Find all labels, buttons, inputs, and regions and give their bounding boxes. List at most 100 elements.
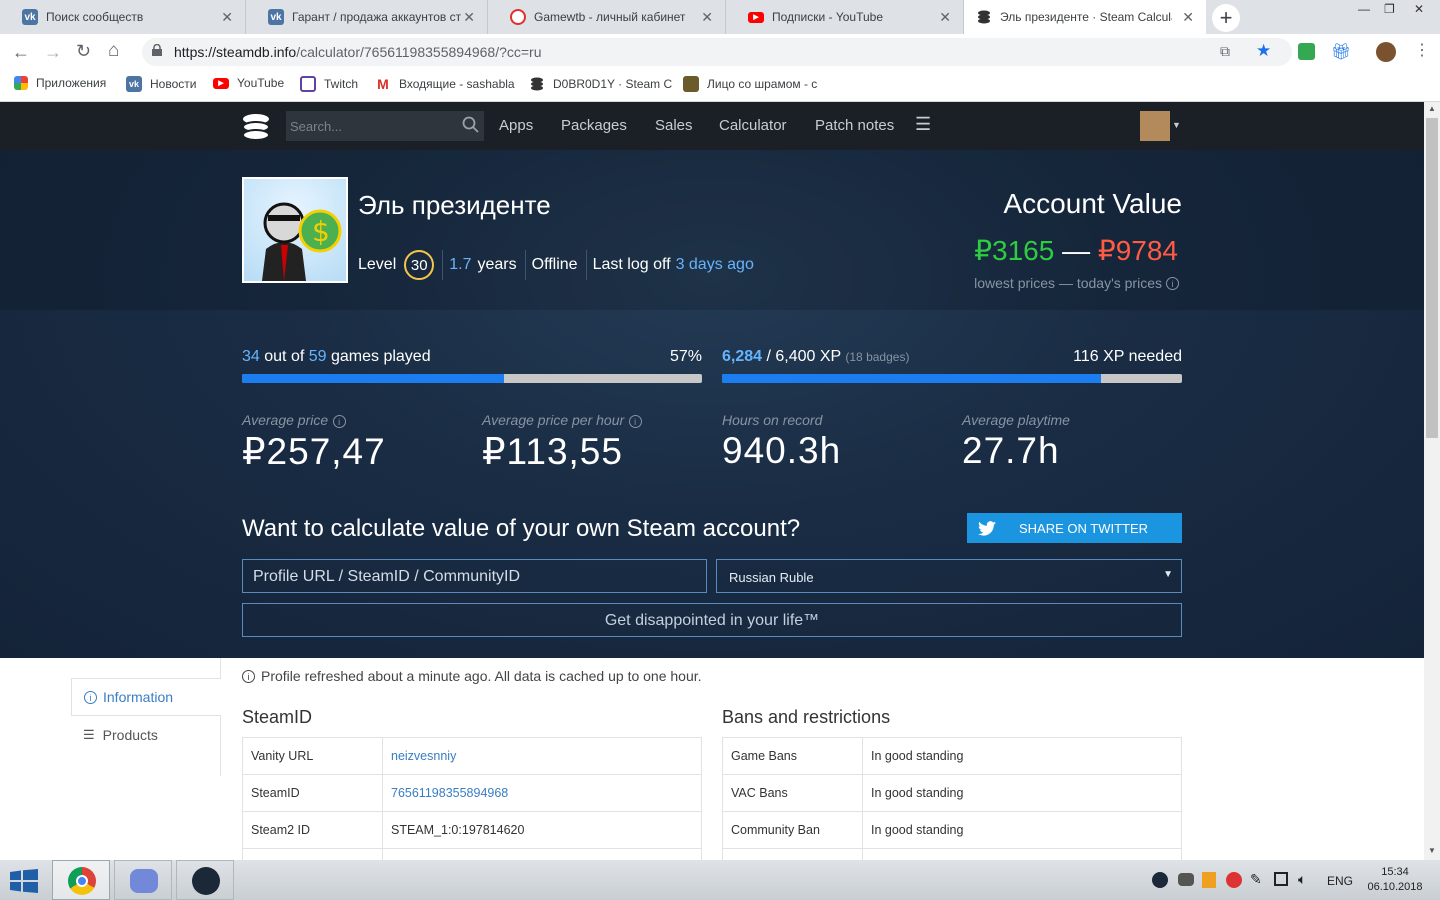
calculate-button[interactable]: Get disappointed in your life™ (242, 603, 1182, 637)
nav-patch-notes[interactable]: Patch notes (815, 117, 894, 134)
translate-icon[interactable]: ⧉ (1220, 43, 1230, 60)
currency-select[interactable]: Russian Ruble ▼ (716, 559, 1182, 593)
range-dash: — (1062, 235, 1091, 266)
scroll-down-icon[interactable]: ▼ (1428, 846, 1436, 855)
info-icon[interactable]: i (628, 415, 642, 428)
bookmark-news[interactable]: vk Новости (126, 76, 196, 92)
tab-5-active[interactable]: Эль президенте · Steam Calculat ✕ (964, 0, 1206, 34)
tray-pen-icon[interactable]: ✎ (1250, 871, 1262, 888)
games-of: out of (264, 348, 305, 365)
row-key: Steam2 ID (242, 811, 383, 849)
last-logoff-value[interactable]: 3 days ago (676, 256, 754, 274)
page-scrollbar[interactable]: ▲ ▼ (1424, 102, 1440, 860)
new-tab-button[interactable]: + (1212, 4, 1240, 32)
scrollbar-thumb[interactable] (1426, 118, 1438, 438)
user-avatar-icon[interactable] (1376, 42, 1396, 62)
bookmark-star-icon[interactable]: ★ (1256, 41, 1271, 61)
steamdb-logo-icon[interactable] (240, 111, 272, 143)
network-icon[interactable] (1274, 872, 1288, 886)
forward-icon[interactable]: → (44, 42, 62, 63)
bookmark-twitch[interactable]: Twitch (300, 76, 358, 92)
profile-name: Эль президенте (358, 190, 551, 220)
avatar-dropdown-icon[interactable]: ▼ (1172, 120, 1181, 130)
years-label: years (477, 256, 517, 273)
close-tab-icon[interactable]: ✕ (221, 9, 233, 26)
volume-icon[interactable]: 🔈︎ (1298, 871, 1306, 888)
row-value: STEAM_1:0:197814620 (382, 811, 702, 849)
maximize-icon[interactable]: ❐ (1384, 2, 1395, 16)
scroll-up-icon[interactable]: ▲ (1428, 104, 1436, 113)
twitter-icon (967, 520, 1007, 536)
level-badge: 30 (404, 250, 435, 280)
bookmark-apps[interactable]: Приложения (14, 76, 106, 90)
row-value-link[interactable]: 76561198355894968 (382, 774, 702, 812)
tab-3[interactable]: Gamewtb - личный кабинет ✕ (488, 0, 726, 34)
bookmark-movie[interactable]: Лицо со шрамом - с (683, 76, 817, 92)
stat-average-playtime: Average playtime 27.7h (962, 412, 1070, 472)
close-tab-icon[interactable]: ✕ (463, 9, 475, 26)
bookmark-label: Новости (150, 77, 197, 91)
online-status: Offline (531, 256, 578, 273)
info-icon[interactable]: i (332, 415, 346, 428)
sidebar-item-products[interactable]: ☰ Products (71, 716, 221, 754)
back-icon[interactable]: ← (12, 42, 30, 63)
sidebar-item-information[interactable]: i Information (71, 678, 221, 716)
steamdb-icon (529, 76, 545, 92)
taskbar-discord[interactable] (114, 860, 172, 900)
home-icon[interactable]: ⌂ (108, 40, 119, 62)
menu-kebab-icon[interactable]: ⋮ (1414, 40, 1430, 60)
svg-text:$: $ (312, 215, 330, 248)
tab-1[interactable]: vk Поиск сообществ ✕ (0, 0, 246, 34)
search-icon[interactable] (462, 116, 479, 133)
last-logoff-label: Last log off (592, 256, 671, 273)
table-row: VAC Bans In good standing (722, 774, 1182, 812)
nav-packages[interactable]: Packages (561, 117, 627, 134)
address-bar[interactable]: https://steamdb.info/calculator/76561198… (142, 38, 1292, 66)
gift-icon[interactable]: 🎁︎ (1331, 42, 1351, 62)
info-icon[interactable]: i (1166, 277, 1179, 290)
nav-sales[interactable]: Sales (655, 117, 693, 134)
bookmark-youtube[interactable]: ▶ YouTube (213, 76, 284, 90)
youtube-icon: ▶ (213, 77, 229, 89)
xp-badges: (18 badges) (845, 350, 910, 364)
clock[interactable]: 15:34 06.10.2018 (1360, 865, 1430, 895)
nav-menu-icon[interactable]: ☰ (915, 114, 931, 135)
discord-tray-icon[interactable] (1178, 873, 1194, 886)
minimize-icon[interactable]: — (1358, 2, 1370, 16)
windows-start-icon[interactable] (10, 869, 38, 893)
games-played-text: 34 out of 59 games played (242, 348, 431, 366)
games-percent: 57% (669, 348, 702, 365)
close-window-icon[interactable]: ✕ (1414, 2, 1424, 16)
extension-icon[interactable] (1298, 43, 1315, 60)
bookmark-steamdb[interactable]: D0BR0D1Y · Steam C (529, 76, 672, 92)
nav-calculator[interactable]: Calculator (719, 117, 787, 134)
profile-url-input[interactable]: Profile URL / SteamID / CommunityID (242, 559, 707, 593)
row-value-link[interactable]: neizvesnniy (382, 737, 702, 775)
xp-max: / 6,400 XP (766, 348, 841, 365)
tray-app-icon[interactable] (1202, 872, 1216, 888)
close-tab-icon[interactable]: ✕ (939, 9, 951, 26)
currency-value: Russian Ruble (729, 570, 814, 585)
xp-progress-bar (722, 374, 1182, 383)
nav-apps[interactable]: Apps (499, 117, 533, 134)
xp-text: 6,284 / 6,400 XP (18 badges) (722, 348, 909, 366)
reload-icon[interactable]: ↻ (76, 41, 91, 62)
steam-tray-icon[interactable] (1152, 872, 1168, 888)
input-placeholder: Profile URL / SteamID / CommunityID (253, 568, 521, 585)
info-icon: i (242, 669, 255, 683)
user-avatar[interactable] (1140, 111, 1170, 141)
tab-4[interactable]: ▶ Подписки - YouTube ✕ (726, 0, 964, 34)
stat-hours-on-record: Hours on record 940.3h (722, 412, 841, 472)
taskbar-chrome[interactable] (52, 860, 110, 900)
close-tab-icon[interactable]: ✕ (701, 9, 713, 26)
taskbar-steam[interactable] (176, 860, 234, 900)
tab-2[interactable]: vk Гарант / продажа аккаунтов ст ✕ (246, 0, 488, 34)
share-twitter-button[interactable]: SHARE ON TWITTER (967, 513, 1182, 543)
language-indicator[interactable]: ENG (1327, 874, 1353, 888)
bookmark-gmail[interactable]: M Входящие - sashabla (375, 76, 515, 92)
close-tab-icon[interactable]: ✕ (1182, 9, 1194, 26)
search-input[interactable]: Search... (286, 111, 484, 141)
bans-heading: Bans and restrictions (722, 707, 891, 727)
clock-date: 06.10.2018 (1367, 881, 1423, 893)
tray-app-icon[interactable] (1226, 872, 1242, 888)
